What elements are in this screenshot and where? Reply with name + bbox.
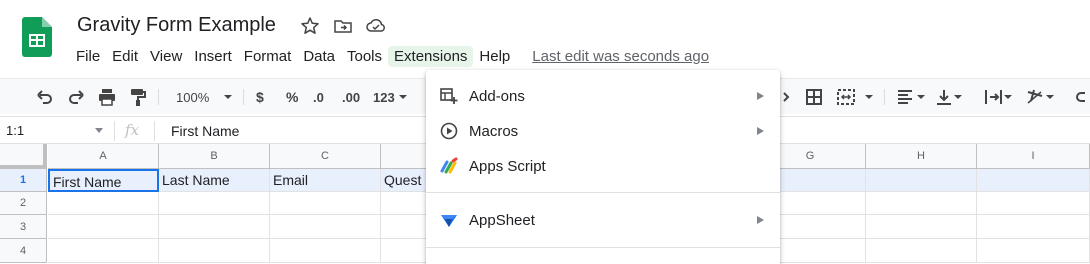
table-cell[interactable] — [270, 192, 381, 215]
chevron-down-icon[interactable] — [95, 128, 103, 133]
sheets-logo-icon[interactable] — [22, 17, 52, 57]
cell-b1[interactable]: Last Name — [159, 169, 270, 192]
table-cell[interactable] — [270, 215, 381, 239]
menu-file[interactable]: File — [70, 46, 106, 67]
cell-h1[interactable] — [866, 169, 977, 192]
column-header-b[interactable]: B — [159, 144, 270, 169]
table-cell[interactable] — [48, 215, 159, 239]
macros-icon — [440, 122, 458, 140]
star-icon[interactable] — [300, 16, 320, 36]
menu-item-apps-script[interactable]: Apps Script — [426, 149, 780, 183]
menu-item-add-ons[interactable]: Add-ons — [426, 79, 780, 113]
borders-icon[interactable] — [804, 87, 824, 107]
table-cell[interactable] — [48, 239, 159, 263]
menu-item-label: AppSheet — [469, 211, 535, 229]
menu-format[interactable]: Format — [238, 46, 298, 67]
cell-c1[interactable]: Email — [270, 169, 381, 192]
chevron-down-icon — [224, 95, 233, 99]
table-cell[interactable] — [977, 192, 1090, 215]
insert-link-icon[interactable] — [1075, 87, 1090, 107]
menu-help[interactable]: Help — [473, 46, 516, 67]
percent-format-button[interactable]: % — [286, 87, 298, 107]
document-title[interactable]: Gravity Form Example — [77, 14, 276, 37]
last-edit-link[interactable]: Last edit was seconds ago — [532, 48, 709, 65]
zoom-value: 100% — [176, 89, 210, 105]
divider — [154, 121, 155, 141]
table-cell[interactable] — [866, 215, 977, 239]
text-wrapping-icon[interactable] — [983, 87, 1013, 107]
undo-icon[interactable] — [35, 87, 55, 107]
menu-divider — [426, 247, 780, 248]
column-header-a[interactable]: A — [48, 144, 159, 169]
print-icon[interactable] — [97, 87, 117, 107]
add-ons-icon — [440, 87, 458, 105]
column-header-h[interactable]: H — [866, 144, 977, 169]
divider — [114, 121, 115, 141]
more-formats-label: 123 — [373, 89, 395, 105]
menu-edit[interactable]: Edit — [106, 46, 144, 67]
table-cell[interactable] — [977, 239, 1090, 263]
row-header-2[interactable]: 2 — [0, 192, 47, 215]
menu-item-label: Add-ons — [469, 87, 525, 105]
column-header-i[interactable]: I — [977, 144, 1090, 169]
move-folder-icon[interactable] — [333, 16, 353, 36]
menu-extensions[interactable]: Extensions — [388, 45, 474, 67]
vertical-align-icon[interactable] — [935, 87, 963, 107]
table-cell[interactable] — [159, 192, 270, 215]
paint-format-icon[interactable] — [128, 87, 148, 107]
more-formats-button[interactable]: 123 — [373, 87, 408, 107]
column-header-c[interactable]: C — [270, 144, 381, 169]
menu-view[interactable]: View — [144, 46, 188, 67]
chevron-down-icon — [398, 95, 407, 99]
menu-item-label: Macros — [469, 122, 519, 140]
menu-item-appsheet[interactable]: AppSheet — [426, 203, 780, 237]
fx-icon: fx — [125, 121, 140, 139]
table-cell[interactable] — [159, 215, 270, 239]
merge-cells-icon[interactable] — [836, 87, 858, 107]
appsheet-icon — [440, 211, 458, 229]
decrease-decimals-button[interactable]: .0 — [313, 87, 324, 107]
row-header-4[interactable]: 4 — [0, 239, 47, 263]
chevron-down-icon[interactable] — [864, 87, 874, 107]
submenu-arrow-icon — [757, 127, 764, 135]
extensions-menu: Add-ons Macros Apps Script AppSheet — [426, 70, 780, 264]
cloud-status-icon[interactable] — [365, 16, 385, 36]
formula-input[interactable]: First Name — [171, 123, 239, 139]
submenu-arrow-icon — [757, 216, 764, 224]
row-header-3[interactable]: 3 — [0, 215, 47, 239]
text-rotation-icon[interactable] — [1025, 87, 1055, 107]
menu-data[interactable]: Data — [297, 46, 341, 67]
table-cell[interactable] — [159, 239, 270, 263]
table-cell[interactable] — [270, 239, 381, 263]
cell-a1[interactable]: First Name — [48, 169, 159, 192]
table-cell[interactable] — [866, 239, 977, 263]
zoom-select[interactable]: 100% — [176, 87, 233, 107]
redo-icon[interactable] — [66, 87, 86, 107]
name-box[interactable]: 1:1 — [6, 123, 24, 138]
submenu-arrow-icon — [757, 92, 764, 100]
row-header-1[interactable]: 1 — [0, 169, 47, 192]
apps-script-icon — [440, 157, 458, 175]
fill-color-icon[interactable] — [782, 87, 794, 107]
horizontal-align-icon[interactable] — [896, 87, 926, 107]
table-cell[interactable] — [48, 192, 159, 215]
increase-decimals-button[interactable]: .00 — [342, 87, 360, 107]
cell-i1[interactable] — [977, 169, 1090, 192]
menu-item-macros[interactable]: Macros — [426, 114, 780, 148]
table-cell[interactable] — [977, 215, 1090, 239]
menu-insert[interactable]: Insert — [188, 46, 238, 67]
menu-item-label: Apps Script — [469, 157, 546, 175]
menu-bar: File Edit View Insert Format Data Tools … — [70, 43, 709, 69]
table-cell[interactable] — [866, 192, 977, 215]
currency-format-button[interactable]: $ — [256, 87, 264, 107]
menu-divider — [426, 192, 780, 193]
select-all-corner[interactable] — [0, 144, 47, 169]
menu-tools[interactable]: Tools — [341, 46, 388, 67]
